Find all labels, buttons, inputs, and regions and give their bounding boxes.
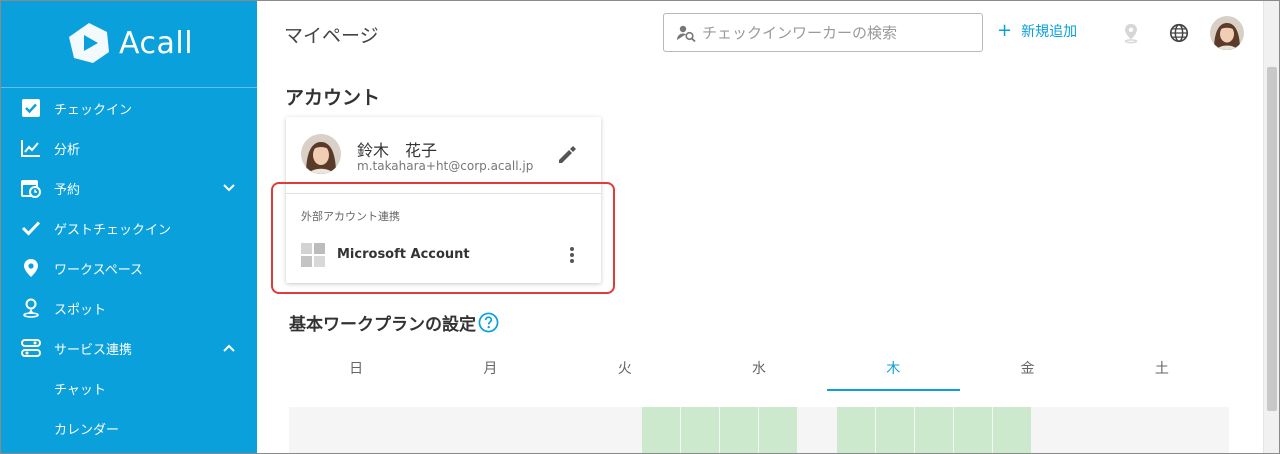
add-new-button[interactable]: + 新規追加 [997, 21, 1077, 41]
sidebar-item-integrations[interactable]: サービス連携 [1, 328, 257, 368]
brand-name: Acall [119, 25, 194, 61]
scrollbar[interactable] [1263, 1, 1279, 453]
day-tab-sun[interactable]: 日 [289, 349, 423, 391]
sidebar-item-label: スポット [54, 302, 107, 318]
sidebar-item-guest-checkin[interactable]: ゲストチェックイン [1, 208, 257, 248]
checkbox-icon [20, 97, 42, 119]
help-icon[interactable] [478, 312, 499, 333]
time-slot[interactable] [837, 407, 875, 453]
check-icon [20, 217, 42, 239]
account-name: 鈴木 花子 [357, 141, 438, 160]
user-avatar[interactable] [1210, 16, 1244, 50]
sidebar-item-label: チェックイン [54, 102, 133, 118]
map-pin-icon [20, 257, 42, 279]
workplan-title: 基本ワークプランの設定 [289, 310, 499, 335]
chevron-up-icon[interactable] [221, 340, 237, 356]
sidebar-item-label: ゲストチェックイン [54, 222, 172, 238]
acall-logo-icon [69, 23, 109, 63]
time-slot[interactable] [759, 407, 797, 453]
sidebar-subitem-label: チャット [54, 382, 106, 398]
account-section-title: アカウント [285, 87, 381, 109]
person-pin-icon [20, 297, 42, 319]
workplan-title-text: 基本ワークプランの設定 [289, 315, 476, 335]
time-slot[interactable] [876, 407, 914, 453]
location-icon[interactable] [1119, 21, 1143, 45]
account-email: m.takahara+ht@corp.acall.jp [357, 159, 534, 173]
sidebar-nav: チェックイン 分析 予約 ゲストチェックイン ワークスペース スポット サービス… [1, 88, 257, 448]
plus-icon: + [997, 20, 1013, 41]
sidebar-item-label: 予約 [54, 182, 81, 198]
sidebar-item-workspace[interactable]: ワークスペース [1, 248, 257, 288]
integration-icon [20, 337, 42, 359]
search-box[interactable] [663, 13, 983, 52]
day-tab-fri[interactable]: 金 [960, 349, 1094, 391]
time-slot[interactable] [720, 407, 758, 453]
search-input[interactable] [702, 23, 972, 42]
time-slot[interactable] [993, 407, 1031, 453]
sidebar-subitem-label: カレンダー [54, 422, 120, 438]
sidebar-item-label: 分析 [54, 142, 81, 158]
chart-line-icon [20, 137, 42, 159]
time-slot[interactable] [915, 407, 953, 453]
search-user-icon [677, 25, 696, 42]
add-new-label: 新規追加 [1021, 24, 1078, 40]
sidebar-subitem-calendar[interactable]: カレンダー [1, 408, 257, 448]
sidebar-subitem-chat[interactable]: チャット [1, 368, 257, 408]
time-slot[interactable] [642, 407, 680, 453]
sidebar-item-checkin[interactable]: チェックイン [1, 88, 257, 128]
sidebar-item-reservation[interactable]: 予約 [1, 168, 257, 208]
day-tab-tue[interactable]: 火 [558, 349, 692, 391]
time-slot[interactable] [954, 407, 992, 453]
chevron-down-icon[interactable] [221, 180, 237, 196]
acall-logo[interactable]: Acall [67, 21, 197, 65]
day-tab-sat[interactable]: 土 [1095, 349, 1229, 391]
sidebar-item-spot[interactable]: スポット [1, 288, 257, 328]
sidebar: Acall チェックイン 分析 予約 ゲストチェックイン ワークスペース スポッ… [1, 1, 257, 453]
globe-icon[interactable] [1167, 21, 1191, 45]
edit-pencil-icon[interactable] [556, 144, 578, 166]
workplan-grid [289, 407, 1229, 453]
day-tab-mon[interactable]: 月 [423, 349, 557, 391]
time-slot[interactable] [681, 407, 719, 453]
day-tab-wed[interactable]: 水 [692, 349, 826, 391]
day-tabs: 日 月 火 水 木 金 土 [289, 349, 1229, 391]
calendar-clock-icon [20, 177, 42, 199]
app-window: Acall チェックイン 分析 予約 ゲストチェックイン ワークスペース スポッ… [0, 0, 1280, 454]
sidebar-item-label: サービス連携 [54, 342, 133, 358]
account-avatar [301, 134, 341, 174]
scrollbar-thumb[interactable] [1267, 67, 1277, 411]
sidebar-item-analytics[interactable]: 分析 [1, 128, 257, 168]
day-tab-thu[interactable]: 木 [826, 349, 961, 391]
page-title: マイページ [284, 25, 379, 47]
sidebar-item-label: ワークスペース [54, 262, 144, 278]
highlight-box [271, 182, 615, 294]
